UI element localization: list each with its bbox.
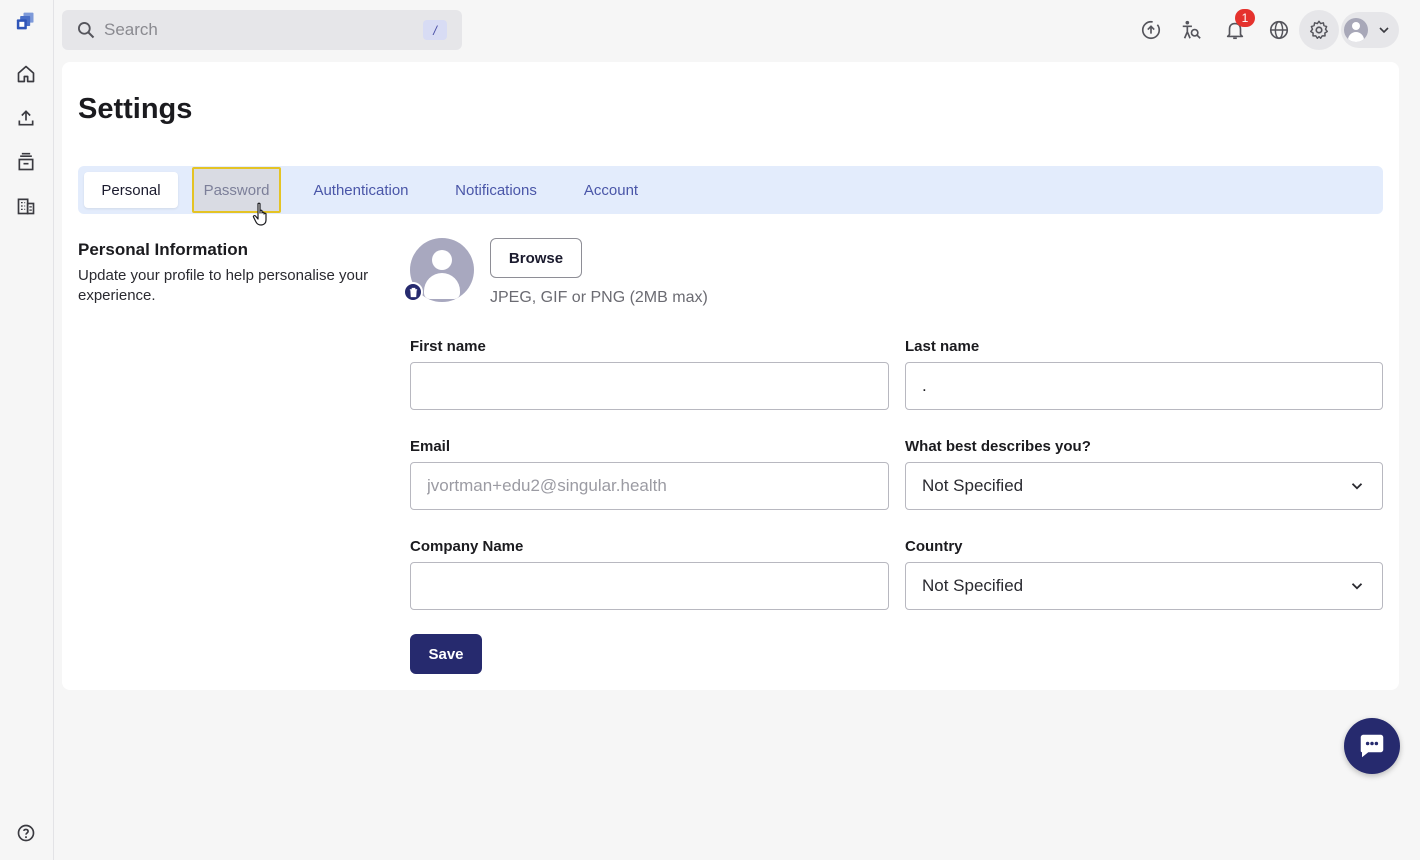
gear-icon <box>1310 20 1328 39</box>
help-icon[interactable] <box>13 820 39 846</box>
tab-notifications[interactable]: Notifications <box>440 172 552 208</box>
home-icon[interactable] <box>13 61 39 87</box>
search-input[interactable] <box>104 20 404 40</box>
globe-icon[interactable] <box>1266 16 1292 44</box>
email-label: Email <box>410 438 451 455</box>
notification-badge: 1 <box>1235 9 1255 27</box>
tab-authentication[interactable]: Authentication <box>294 172 428 208</box>
settings-button[interactable] <box>1299 10 1339 50</box>
first-name-label: First name <box>410 338 486 355</box>
section-description: Update your profile to help personalise … <box>78 267 369 304</box>
last-name-field[interactable] <box>905 362 1383 410</box>
search-bar[interactable]: / <box>62 10 462 50</box>
country-select[interactable]: Not Specified <box>905 562 1383 610</box>
company-name-label: Company Name <box>410 538 524 555</box>
account-menu-button[interactable] <box>1341 12 1399 48</box>
archive-icon[interactable] <box>13 149 39 175</box>
save-button[interactable]: Save <box>410 634 482 674</box>
section-title: Personal Information <box>78 240 249 259</box>
email-field[interactable] <box>410 462 889 510</box>
first-name-field[interactable] <box>410 362 889 410</box>
page-title: Settings <box>78 93 193 125</box>
settings-card: Settings Personal Password Authenticatio… <box>62 62 1399 690</box>
country-label: Country <box>905 538 963 555</box>
logo-icon[interactable] <box>13 8 39 34</box>
describes-select[interactable]: Not Specified <box>905 462 1383 510</box>
tab-personal[interactable]: Personal <box>84 172 178 208</box>
describes-value: Not Specified <box>922 476 1024 495</box>
organization-icon[interactable] <box>13 193 39 219</box>
upload-icon[interactable] <box>13 105 39 131</box>
user-icon <box>1344 18 1368 42</box>
company-name-field[interactable] <box>410 562 889 610</box>
accessibility-icon[interactable] <box>1178 16 1204 44</box>
sidebar <box>0 0 54 860</box>
settings-tabs: Personal Password Authentication Notific… <box>78 166 1383 214</box>
browse-button[interactable]: Browse <box>490 238 582 278</box>
search-shortcut-badge: / <box>423 20 447 40</box>
country-value: Not Specified <box>922 576 1024 595</box>
upload-cloud-icon[interactable] <box>1138 16 1164 44</box>
chevron-down-icon <box>1351 583 1363 590</box>
last-name-label: Last name <box>905 338 980 355</box>
tab-account[interactable]: Account <box>568 172 654 208</box>
chat-button[interactable] <box>1344 718 1400 774</box>
chevron-down-icon <box>1351 483 1363 490</box>
search-icon <box>78 22 95 39</box>
chat-icon <box>1360 734 1384 758</box>
file-format-hint: JPEG, GIF or PNG (2MB max) <box>490 289 708 306</box>
remove-avatar-button[interactable] <box>403 282 423 302</box>
trash-icon <box>409 287 417 297</box>
pointer-cursor-icon <box>252 202 267 226</box>
describes-label: What best describes you? <box>905 438 1091 455</box>
chevron-down-icon <box>1379 27 1389 34</box>
